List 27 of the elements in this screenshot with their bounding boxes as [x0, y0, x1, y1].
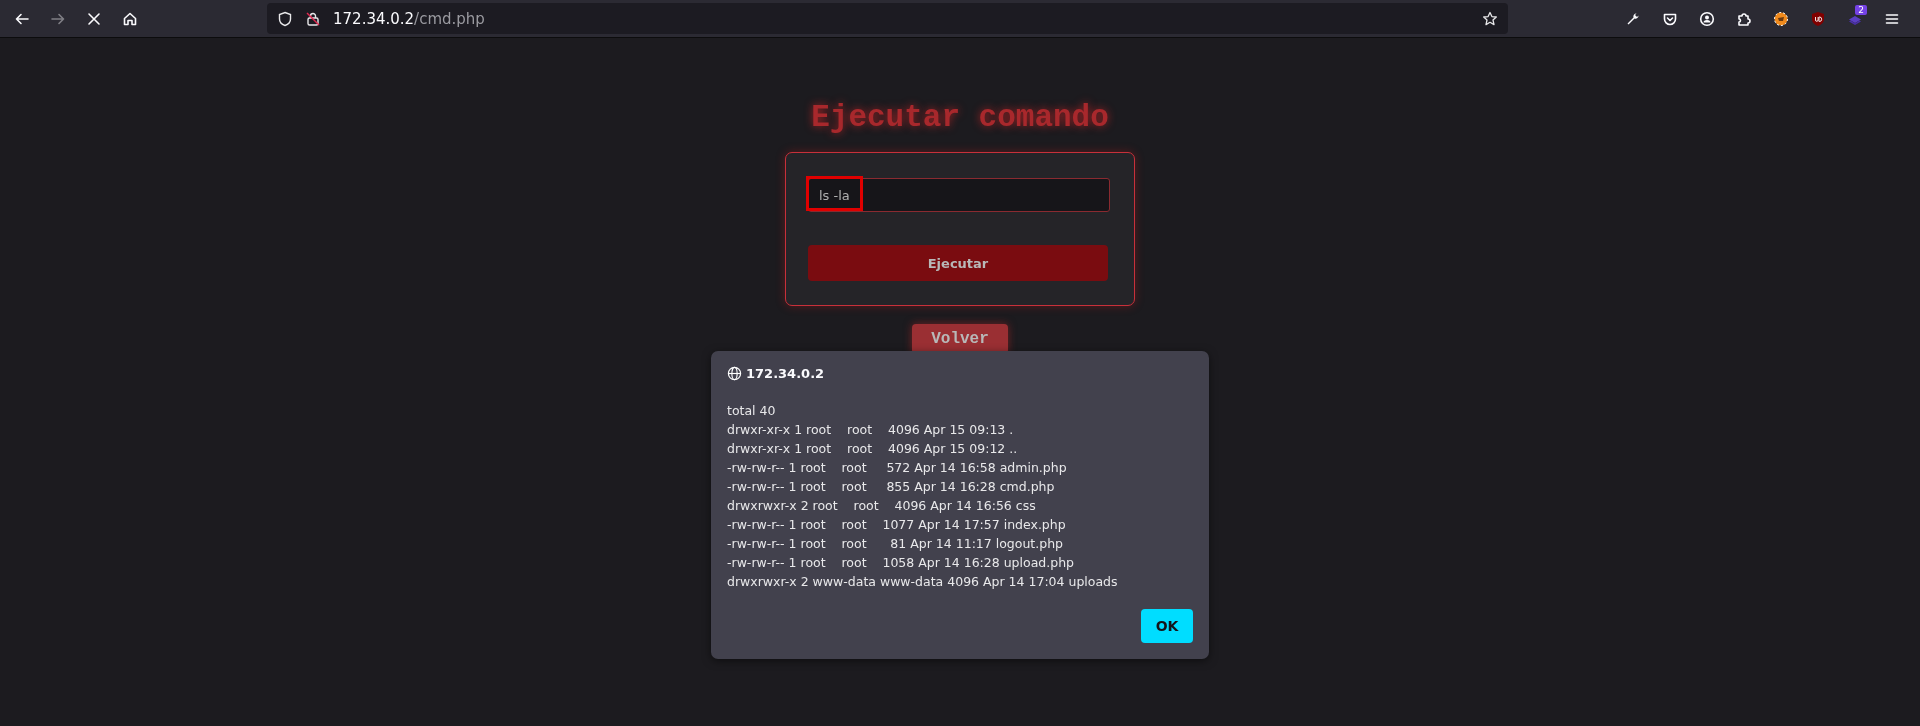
star-icon[interactable] [1482, 10, 1498, 27]
output-line: drwxrwxr-x 2 root root 4096 Apr 14 16:56 css [727, 497, 1037, 515]
url-text[interactable]: 172.34.0.2/cmd.php [333, 9, 1470, 28]
output-line: -rw-rw-r-- 1 root root 855 Apr 14 16:28 cmd.php [727, 478, 1056, 496]
insecure-lock-icon[interactable] [305, 10, 321, 27]
page-title: Ejecutar comando [811, 100, 1109, 136]
ok-button[interactable]: OK [1141, 609, 1193, 643]
back-button[interactable]: Volver [912, 324, 1008, 354]
execute-button[interactable]: Ejecutar [808, 245, 1108, 281]
output-line: -rw-rw-r-- 1 root root 1058 Apr 14 16:28 upload.php [727, 554, 1076, 572]
output-line: drwxrwxr-x 2 www-data www-data 4096 Apr 14 17:04 uploads [727, 573, 1119, 591]
round-addon-icon[interactable] [1772, 10, 1789, 27]
dialog-origin: 172.34.0.2 [746, 366, 825, 381]
puzzle-piece-icon[interactable] [1735, 10, 1752, 27]
shield-addon-icon[interactable] [1809, 10, 1826, 27]
output-line: -rw-rw-r-- 1 root root 1077 Apr 14 17:57 index.php [727, 516, 1067, 534]
output-line: -rw-rw-r-- 1 root root 81 Apr 14 11:17 logout.php [727, 535, 1065, 553]
globe-icon [727, 366, 742, 381]
output-line: -rw-rw-r-- 1 root root 572 Apr 14 16:58 admin.php [727, 459, 1068, 477]
address-bar[interactable]: 172.34.0.2/cmd.php [267, 3, 1508, 34]
shield-icon[interactable] [277, 10, 293, 27]
count-badge: 2 [1855, 4, 1867, 15]
account-icon[interactable] [1698, 10, 1715, 27]
output-line: drwxr-xr-x 1 root root 4096 Apr 15 09:12 .. [727, 440, 1019, 458]
command-input[interactable]: ls -la [808, 178, 1110, 212]
output-line: drwxr-xr-x 1 root root 4096 Apr 15 09:13 . [727, 421, 1015, 439]
output-line: total 40 [727, 402, 777, 420]
